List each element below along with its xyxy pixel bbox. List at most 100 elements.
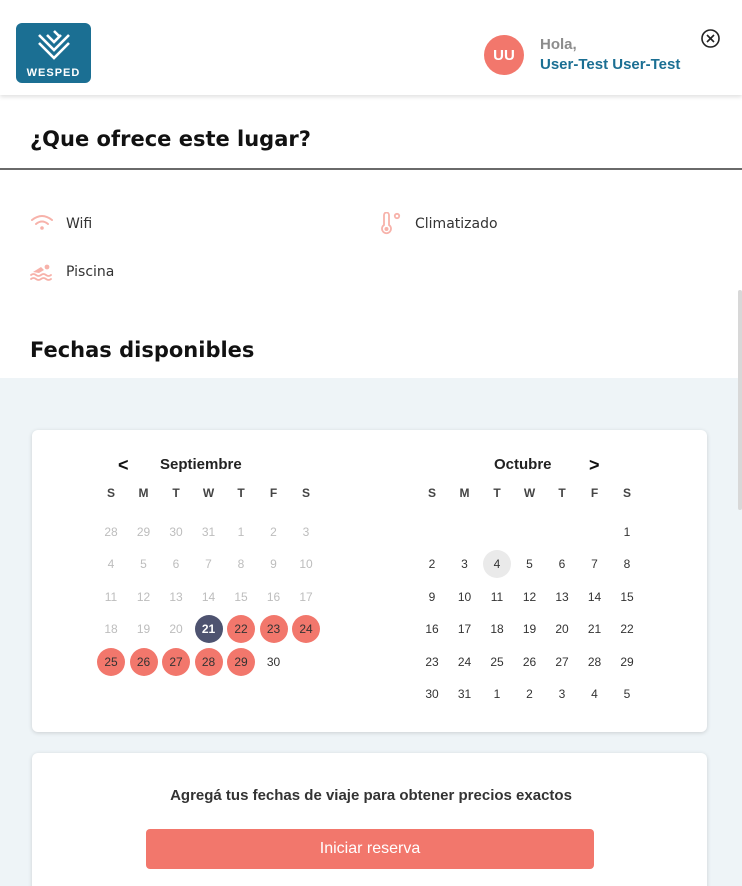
prev-month-button[interactable]: < (118, 455, 129, 476)
calendar-day[interactable]: 28 (581, 648, 609, 676)
calendar-day[interactable]: 31 (451, 680, 479, 708)
calendar-day[interactable]: 16 (418, 615, 446, 643)
calendar-day[interactable]: 13 (548, 583, 576, 611)
weekday-label: M (459, 486, 470, 500)
thermometer-icon (378, 212, 404, 236)
calendar-day[interactable]: 20 (548, 615, 576, 643)
weekday-label: F (590, 486, 599, 500)
calendar-day[interactable]: 26 (129, 647, 158, 676)
top-header: WESPED UU Hola, User-Test User-Test (0, 0, 742, 95)
calendar-day[interactable]: 5 (516, 550, 544, 578)
weekday-label: S (427, 486, 436, 500)
calendar-day: 7 (205, 557, 212, 572)
calendar-day[interactable]: 28 (194, 647, 223, 676)
booking-prompt: Agregá tus fechas de viaje para obtener … (170, 787, 572, 804)
calendar-day: 1 (237, 525, 245, 539)
weekday-label: F (269, 486, 278, 500)
calendar-day[interactable]: 3 (548, 680, 576, 708)
calendar-day: 5 (140, 557, 147, 572)
user-name[interactable]: User-Test User-Test (540, 56, 680, 73)
start-booking-button[interactable]: Iniciar reserva (146, 829, 594, 869)
calendar-day: 14 (201, 589, 216, 604)
calendar-day[interactable]: 9 (418, 583, 446, 611)
calendar-day: 17 (299, 589, 313, 604)
calendar-day: 19 (136, 622, 151, 637)
calendar-day[interactable]: 4 (581, 680, 609, 708)
calendar-day[interactable]: 7 (581, 550, 609, 578)
calendar-day[interactable]: 25 (483, 648, 511, 676)
wesped-logo[interactable]: WESPED (16, 23, 91, 83)
calendar-day: 3 (302, 525, 310, 539)
next-month-button[interactable]: > (589, 455, 600, 476)
calendar-day[interactable]: 14 (581, 583, 609, 611)
calendar-day: 30 (169, 525, 183, 539)
calendar-day: 16 (266, 589, 281, 604)
calendar-day[interactable]: 27 (548, 648, 576, 676)
swimming-icon (29, 260, 55, 284)
calendar-day[interactable]: 25 (97, 647, 125, 676)
weekday-label: T (237, 486, 245, 500)
feature-label: Wifi (66, 216, 93, 232)
calendar-day: 11 (104, 589, 118, 604)
features-title: ¿Que ofrece este lugar? (30, 127, 311, 151)
weekday-label: M (138, 486, 149, 500)
weekday-label: T (558, 486, 566, 500)
calendar-day[interactable]: 1 (483, 680, 511, 708)
calendar-day[interactable]: 22 (227, 615, 255, 644)
calendar-day: 31 (201, 525, 216, 539)
calendar-day[interactable]: 27 (162, 647, 190, 676)
calendar-day[interactable]: 11 (483, 583, 511, 611)
calendar-day: 12 (136, 589, 151, 604)
calendar-day[interactable]: 30 (260, 648, 288, 676)
calendar-day[interactable]: 15 (613, 583, 641, 611)
dates-title: Fechas disponibles (30, 338, 255, 362)
calendar-day[interactable]: 23 (259, 615, 288, 644)
close-icon[interactable] (700, 28, 721, 49)
calendar-day[interactable]: 3 (451, 550, 479, 578)
calendar-day: 2 (270, 525, 277, 539)
calendar-day[interactable]: 17 (451, 615, 479, 643)
calendar-day: 13 (169, 589, 183, 604)
weekday-label: T (493, 486, 501, 500)
weekday-label: W (523, 486, 536, 500)
calendar-day[interactable]: 24 (451, 648, 479, 676)
logo-mark-icon (38, 30, 70, 60)
greeting-text: Hola, (540, 36, 577, 53)
calendar-day[interactable]: 1 (613, 518, 641, 546)
feature-climatizado: Climatizado (378, 212, 498, 236)
calendar-day[interactable]: 5 (613, 680, 641, 708)
feature-wifi: Wifi (29, 212, 92, 236)
feature-label: Piscina (66, 264, 115, 280)
calendar-day[interactable]: 21 (581, 615, 609, 643)
scrollbar[interactable] (738, 290, 742, 510)
calendar-day[interactable]: 10 (451, 583, 479, 611)
calendar-day[interactable]: 19 (516, 615, 544, 643)
section-divider (0, 168, 742, 170)
logo-text: WESPED (26, 67, 81, 79)
month-title-september: Septiembre (160, 456, 242, 473)
calendar-day[interactable]: 24 (292, 615, 320, 644)
weekday-label: W (202, 486, 215, 500)
calendar-day: 18 (104, 622, 118, 637)
calendar-day: 20 (169, 622, 183, 637)
calendar-day[interactable]: 21 (194, 615, 223, 644)
feature-label: Climatizado (415, 216, 498, 232)
calendar-day: 28 (104, 525, 118, 539)
wifi-icon (29, 212, 55, 236)
calendar-day: 9 (270, 557, 277, 572)
weekday-label: S (622, 486, 631, 500)
calendar-day[interactable]: 18 (483, 615, 511, 643)
weekday-label: T (172, 486, 180, 500)
calendar-day[interactable]: 30 (418, 680, 446, 708)
weekday-label: S (301, 486, 310, 500)
calendar-day: 29 (136, 525, 151, 539)
calendar-day[interactable]: 12 (516, 583, 544, 611)
calendar-day[interactable]: 2 (516, 680, 544, 708)
calendar-day[interactable]: 26 (516, 648, 544, 676)
calendar-day[interactable]: 23 (418, 648, 446, 676)
calendar-day[interactable]: 22 (613, 615, 641, 643)
calendar-day[interactable]: 29 (227, 647, 255, 676)
calendar-day[interactable]: 29 (613, 648, 641, 676)
month-title-october: Octubre (494, 456, 552, 473)
avatar[interactable]: UU (484, 35, 524, 75)
